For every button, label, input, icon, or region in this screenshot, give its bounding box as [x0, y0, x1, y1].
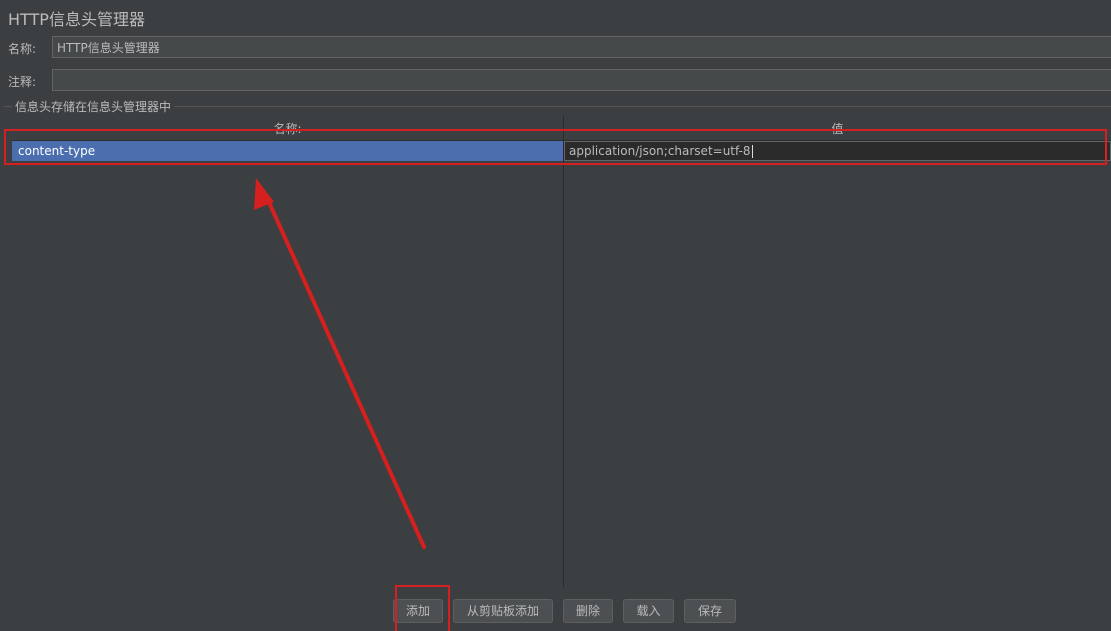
column-divider [563, 116, 564, 587]
column-header-name[interactable]: 名称: [12, 116, 563, 140]
name-label: 名称: [8, 42, 37, 56]
add-button[interactable]: 添加 [393, 599, 443, 623]
button-bar: 添加 从剪贴板添加 删除 载入 保存 [0, 599, 1111, 623]
comment-label: 注释: [8, 75, 37, 89]
save-button[interactable]: 保存 [684, 599, 736, 623]
headers-table[interactable]: 名称: 值 content-type application/json;char… [12, 116, 1111, 587]
group-label: 信息头存储在信息头管理器中 [12, 98, 175, 115]
table-row[interactable]: content-type application/json;charset=ut… [12, 141, 1111, 161]
add-from-clipboard-button[interactable]: 从剪贴板添加 [453, 599, 553, 623]
text-caret [751, 145, 753, 158]
header-value-cell[interactable]: application/json;charset=utf-8 [564, 141, 1111, 161]
comment-input[interactable] [52, 69, 1111, 91]
header-name-cell[interactable]: content-type [12, 141, 563, 161]
table-header: 名称: 值 [12, 116, 1111, 141]
header-value-text: application/json;charset=utf-8 [569, 144, 751, 158]
panel-title: HTTP信息头管理器 [8, 10, 145, 29]
load-button[interactable]: 载入 [623, 599, 674, 623]
name-input[interactable] [52, 36, 1111, 58]
delete-button[interactable]: 删除 [563, 599, 613, 623]
column-header-value[interactable]: 值 [564, 116, 1111, 140]
